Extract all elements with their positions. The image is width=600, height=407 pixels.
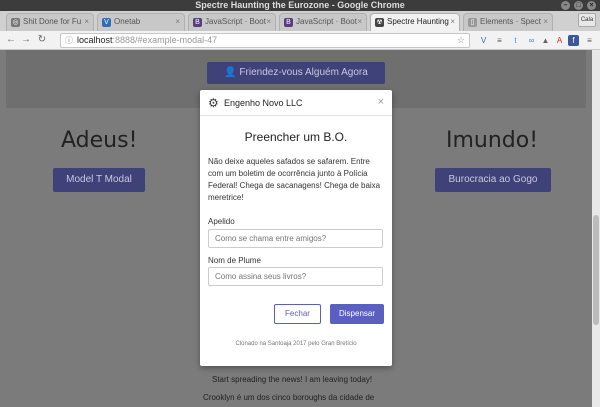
- apelido-input[interactable]: [208, 229, 383, 248]
- tab-close-icon[interactable]: ×: [543, 14, 548, 30]
- nom-de-plume-input[interactable]: [208, 267, 383, 286]
- modal-brand: Engenho Novo LLC: [224, 98, 303, 108]
- onetab-icon: V: [102, 18, 111, 27]
- crooklyn-text: Crooklyn é um dos cinco boroughs da cida…: [203, 393, 375, 402]
- spreading-text: Start spreading the news! I am leaving t…: [212, 375, 373, 384]
- tab-label: JavaScript · Boot: [296, 17, 357, 26]
- fechar-button[interactable]: Fechar: [274, 304, 321, 324]
- tab-label: Shit Done for Fu: [23, 17, 82, 26]
- tab-6[interactable]: ▯ Elements · Spect ×: [463, 13, 553, 31]
- modal-title: Preencher um B.O.: [244, 130, 348, 144]
- twitter-icon[interactable]: t: [510, 35, 521, 46]
- extension-icon[interactable]: ▲: [540, 35, 551, 46]
- tab-strip: ◎ Shit Done for Fu × V Onetab × B JavaSc…: [0, 11, 600, 31]
- menu-icon[interactable]: ≡: [584, 35, 595, 46]
- tab-label: JavaScript · Boot: [205, 17, 266, 26]
- tab-3[interactable]: B JavaScript · Boot ×: [188, 13, 276, 31]
- scrollbar-thumb[interactable]: [593, 215, 599, 325]
- address-host: localhost: [77, 35, 113, 45]
- nom-de-plume-label: Nom de Plume: [208, 256, 261, 265]
- window-controls: – □ ×: [561, 1, 596, 10]
- window-titlebar: Spectre Haunting the Eurozone - Google C…: [0, 0, 600, 11]
- close-window-icon[interactable]: ×: [587, 1, 596, 10]
- browser-toolbar: ← → ↻ ⓘ localhost:8888/#example-modal-47…: [0, 31, 600, 50]
- address-path: :8888/#example-modal-47: [112, 35, 218, 45]
- profile-badge[interactable]: Cala: [578, 13, 596, 27]
- tab-label: Onetab: [114, 17, 141, 26]
- facebook-icon[interactable]: f: [568, 35, 579, 46]
- report-modal: ⚙ Engenho Novo LLC × Preencher um B.O. N…: [200, 90, 392, 366]
- spectre-icon: ☢: [375, 18, 384, 27]
- friend-button[interactable]: 👤 Friendez-vous Alguém Agora: [207, 62, 385, 84]
- bookmark-star-icon[interactable]: ☆: [457, 34, 465, 47]
- tab-1[interactable]: ◎ Shit Done for Fu ×: [6, 13, 94, 31]
- user-plus-icon: 👤: [224, 67, 240, 78]
- close-icon[interactable]: ×: [378, 96, 384, 108]
- heading-left: Adeus!: [61, 128, 138, 153]
- heading-right: Imundo!: [446, 128, 539, 153]
- model-t-button[interactable]: Model T Modal: [53, 168, 145, 192]
- globe-icon: ◎: [11, 18, 20, 27]
- onetab-extension-icon[interactable]: V: [478, 35, 489, 46]
- reload-icon[interactable]: ↻: [36, 34, 48, 46]
- tab-close-icon[interactable]: ×: [175, 14, 180, 30]
- tab-label: Elements · Spect: [480, 17, 541, 26]
- tab-4[interactable]: B JavaScript · Boot ×: [279, 13, 367, 31]
- tab-2[interactable]: V Onetab ×: [97, 13, 185, 31]
- extension-icon[interactable]: A: [554, 35, 565, 46]
- page-scrollbar[interactable]: [592, 50, 600, 407]
- minimize-icon[interactable]: –: [561, 1, 570, 10]
- gears-icon: ⚙: [208, 96, 219, 110]
- tab-close-icon[interactable]: ×: [450, 14, 455, 30]
- tab-close-icon[interactable]: ×: [266, 14, 271, 30]
- bootstrap-icon: B: [193, 18, 202, 27]
- apelido-label: Apelido: [208, 217, 235, 226]
- tab-label: Spectre Haunting: [387, 17, 449, 26]
- back-icon[interactable]: ←: [5, 34, 17, 46]
- burocracia-button[interactable]: Burocracia ao Gogo: [435, 168, 551, 192]
- document-icon: ▯: [468, 18, 477, 27]
- window-title: Spectre Haunting the Eurozone - Google C…: [195, 0, 405, 10]
- modal-body-text: Não deixe aqueles safados se safarem. En…: [208, 157, 381, 202]
- bootstrap-icon: B: [284, 18, 293, 27]
- friend-button-label: Friendez-vous Alguém Agora: [239, 67, 368, 78]
- maximize-icon[interactable]: □: [574, 1, 583, 10]
- tab-close-icon[interactable]: ×: [84, 14, 89, 30]
- extension-icon[interactable]: ∞: [526, 35, 537, 46]
- forward-icon[interactable]: →: [20, 34, 32, 46]
- extension-icon[interactable]: ≡: [494, 35, 505, 46]
- address-bar[interactable]: ⓘ localhost:8888/#example-modal-47 ☆: [60, 33, 470, 48]
- dispensar-button[interactable]: Dispensar: [330, 304, 384, 324]
- modal-footer: Clonado na Santoaja 2017 pelo Gran Bretí…: [235, 341, 357, 347]
- page-info-icon[interactable]: ⓘ: [65, 34, 73, 47]
- modal-header: ⚙ Engenho Novo LLC ×: [200, 90, 392, 116]
- tab-close-icon[interactable]: ×: [357, 14, 362, 30]
- tab-5-active[interactable]: ☢ Spectre Haunting ×: [370, 13, 460, 31]
